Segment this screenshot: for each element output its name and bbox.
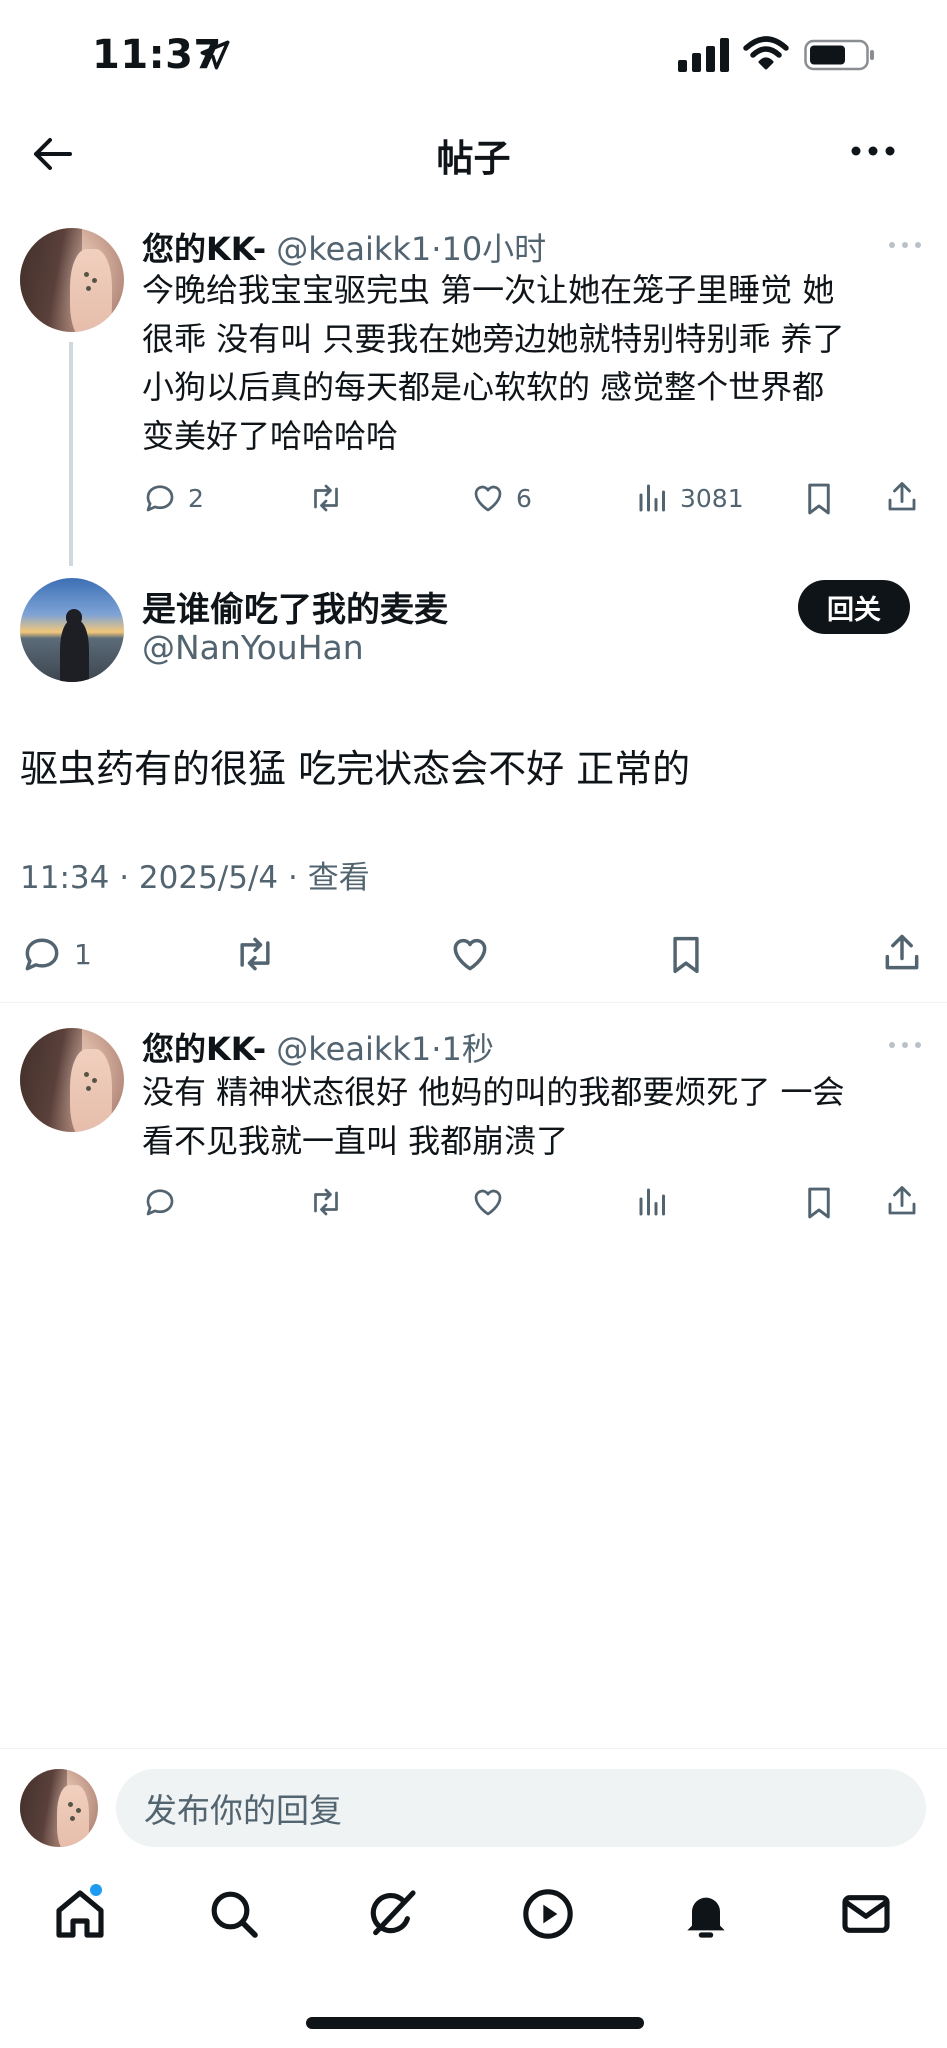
share-icon[interactable] xyxy=(884,478,920,516)
bookmark-icon[interactable] xyxy=(802,480,836,518)
like-count: 6 xyxy=(516,483,532,513)
tweet-time: 1秒 xyxy=(441,1030,494,1068)
status-bar: 11:37 xyxy=(0,0,947,110)
parent-tweet-header: 您的KK- @keaikk1·10小时 xyxy=(142,230,547,268)
cellular-signal-icon xyxy=(678,38,729,72)
share-icon[interactable] xyxy=(880,930,924,976)
author-name[interactable]: 您的KK- xyxy=(142,1030,266,1068)
reply-button[interactable]: 2 xyxy=(142,480,204,516)
more-options-icon[interactable] xyxy=(850,140,896,162)
grok-icon[interactable] xyxy=(364,1886,420,1942)
tweet-more-icon[interactable] xyxy=(888,240,922,250)
bell-icon[interactable] xyxy=(678,1886,734,1942)
reply-icon[interactable] xyxy=(142,1184,178,1220)
wifi-icon xyxy=(743,36,789,70)
heart-icon xyxy=(474,485,502,512)
like-button[interactable]: 6 xyxy=(470,480,532,516)
avatar[interactable] xyxy=(20,1028,124,1132)
reply-input[interactable]: 发布你的回复 xyxy=(116,1769,926,1847)
author-name[interactable]: 您的KK- xyxy=(142,230,266,268)
thread-connector-line xyxy=(69,342,73,566)
top-nav-bar: 帖子 xyxy=(0,110,947,196)
reply-icon xyxy=(25,938,59,971)
reply-tweet-header: 您的KK- @keaikk1·1秒 xyxy=(142,1030,494,1068)
reply-count: 1 xyxy=(74,937,92,971)
repost-icon[interactable] xyxy=(306,1184,346,1220)
tweet-time: 10小时 xyxy=(441,230,547,268)
heart-icon[interactable] xyxy=(448,932,492,976)
views-count: 3081 xyxy=(680,483,744,513)
mail-icon[interactable] xyxy=(838,1886,894,1942)
reply-composer: 发布你的回复 xyxy=(0,1748,947,1868)
reply-count: 2 xyxy=(188,483,204,513)
search-icon[interactable] xyxy=(206,1886,262,1942)
focus-tweet-text: 驱虫药有的很猛 吃完状态会不好 正常的 xyxy=(20,747,691,791)
reply-icon xyxy=(146,485,174,512)
bookmark-icon[interactable] xyxy=(802,1184,836,1222)
avatar[interactable] xyxy=(20,1769,98,1847)
tweet-more-icon[interactable] xyxy=(888,1040,922,1050)
home-notification-dot xyxy=(90,1884,102,1896)
views-chart-icon[interactable] xyxy=(636,1184,670,1220)
avatar[interactable] xyxy=(20,578,124,682)
page-title: 帖子 xyxy=(436,137,511,180)
parent-tweet-text: 今晚给我宝宝驱完虫 第一次让她在笼子里睡觉 她 很乖 没有叫 只要我在她旁边她就… xyxy=(142,271,845,455)
heart-icon[interactable] xyxy=(470,1184,506,1220)
author-handle[interactable]: @keaikk1 xyxy=(276,230,431,268)
author-handle[interactable]: @keaikk1 xyxy=(276,1030,431,1068)
reply-button[interactable]: 1 xyxy=(20,932,92,976)
repost-icon xyxy=(314,484,338,512)
author-name[interactable]: 是谁偷吃了我的麦麦 xyxy=(142,582,448,631)
views-button[interactable]: 3081 xyxy=(636,480,744,516)
author-handle[interactable]: @NanYouHan xyxy=(142,628,364,667)
tweet-timestamp[interactable]: 11:34 · 2025/5/4 · 查看 xyxy=(20,852,370,897)
repost-icon[interactable] xyxy=(230,932,280,976)
video-icon[interactable] xyxy=(520,1886,576,1942)
divider xyxy=(0,1002,947,1003)
battery-icon xyxy=(804,39,874,71)
follow-back-button[interactable]: 回关 xyxy=(798,580,910,634)
home-indicator[interactable] xyxy=(306,2017,644,2029)
repost-button[interactable] xyxy=(306,480,346,516)
share-icon[interactable] xyxy=(884,1182,920,1220)
location-arrow-icon xyxy=(200,40,230,70)
bookmark-icon[interactable] xyxy=(666,932,706,978)
reply-tweet-text: 没有 精神状态很好 他妈的叫的我都要烦死了 一会 看不见我就一直叫 我都崩溃了 xyxy=(142,1073,845,1160)
views-chart-icon xyxy=(639,484,665,512)
avatar[interactable] xyxy=(20,228,124,332)
